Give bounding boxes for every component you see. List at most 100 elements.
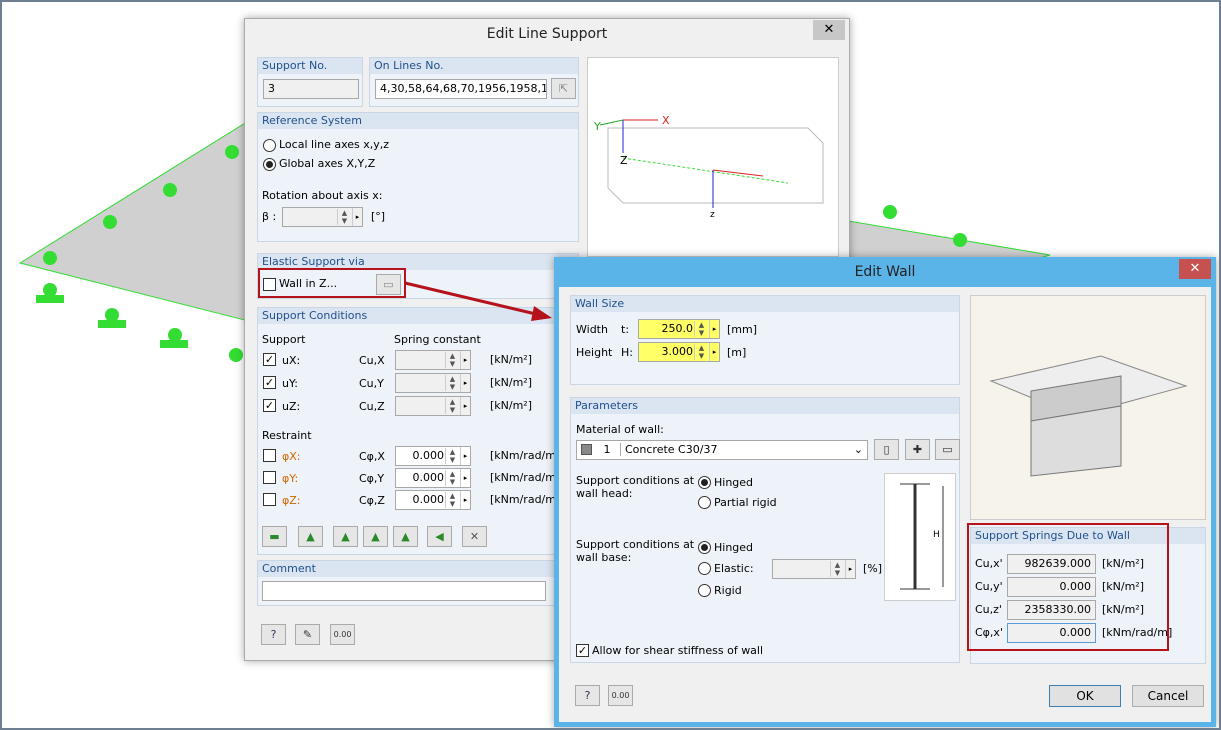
restraint-checkbox[interactable]: [263, 471, 276, 484]
global-axes-radio[interactable]: [263, 158, 276, 171]
support-no-field[interactable]: 3: [263, 79, 359, 99]
dialog-title: Edit Line Support: [486, 26, 608, 42]
help-button[interactable]: ?: [575, 685, 600, 706]
spring-symbol: Cu,Z: [359, 400, 385, 413]
spring-input[interactable]: ▲ ▼ ▸: [395, 350, 471, 370]
on-lines-field[interactable]: 4,30,58,64,68,70,1956,1958,195: [375, 79, 547, 99]
width-label: Width: [576, 323, 608, 336]
support-checkbox[interactable]: ✓: [263, 399, 276, 412]
height-value: 3.000: [661, 345, 694, 358]
width-input[interactable]: 250.0 ▲ ▼ ▸: [638, 319, 720, 339]
base-hinged-label: Hinged: [714, 541, 754, 554]
spring-input[interactable]: ▲ ▼ ▸: [395, 373, 471, 393]
roller-x-button[interactable]: ▲: [363, 526, 388, 547]
axis-y-label: Y: [594, 120, 601, 133]
support-conditions-group: Support Conditions Support Spring consta…: [257, 307, 579, 555]
axis-x-label: X: [662, 114, 670, 127]
restraint-name: φY:: [282, 472, 299, 485]
beta-input[interactable]: ▲ ▼ ▸: [282, 207, 363, 227]
comment-input[interactable]: [262, 581, 546, 601]
h-label: H:: [621, 346, 633, 359]
wall-diagram: H: [884, 473, 956, 601]
base-elastic-radio[interactable]: [698, 562, 711, 575]
local-axes-label: Local line axes x,y,z: [279, 138, 390, 151]
group-label: On Lines No.: [370, 58, 578, 74]
edit-button[interactable]: ✎: [295, 624, 320, 645]
height-label: Height: [576, 346, 613, 359]
restraint-input[interactable]: 0.000 ▲ ▼ ▸: [395, 490, 471, 510]
support-name: uY:: [282, 377, 298, 390]
material-select[interactable]: 1 Concrete C30/37 ⌄: [576, 440, 868, 460]
elastic-input[interactable]: ▲ ▼ ▸: [772, 559, 856, 579]
support-no-group: Support No. 3: [257, 57, 363, 107]
spring-unit: [kN/m²]: [490, 376, 533, 389]
close-button[interactable]: ✕: [1179, 259, 1211, 279]
roller-y-button[interactable]: ▲: [393, 526, 418, 547]
cancel-button[interactable]: Cancel: [1132, 685, 1204, 707]
shear-stiffness-checkbox[interactable]: ✓: [576, 644, 589, 657]
wall-illustration: [970, 295, 1206, 520]
material-no: 1: [603, 443, 611, 456]
height-unit: [m]: [727, 346, 747, 359]
support-checkbox[interactable]: ✓: [263, 376, 276, 389]
restraint-unit: [kNm/rad/m]: [490, 449, 561, 462]
axis-lz-label: z: [710, 210, 715, 220]
spring-unit: [kN/m²]: [490, 353, 533, 366]
width-value: 250.0: [661, 322, 694, 335]
restraint-input[interactable]: 0.000 ▲ ▼ ▸: [395, 468, 471, 488]
restraint-symbol: Cφ,Z: [359, 494, 385, 507]
ok-button[interactable]: OK: [1049, 685, 1121, 707]
beta-unit: [°]: [371, 210, 386, 223]
base-rigid-radio[interactable]: [698, 584, 711, 597]
spring-unit: [kN/m²]: [490, 399, 533, 412]
units-button[interactable]: 0.00: [330, 624, 355, 645]
wall-support-button[interactable]: ◀: [427, 526, 452, 547]
spring-symbol: Cu,Y: [359, 377, 384, 390]
head-hinged-radio[interactable]: [698, 476, 711, 489]
local-axes-radio[interactable]: [263, 139, 276, 152]
axis-z-label: Z: [620, 154, 628, 167]
head-partial-rigid-radio[interactable]: [698, 496, 711, 509]
units-button[interactable]: 0.00: [608, 685, 633, 706]
pick-lines-button[interactable]: ⇱: [551, 78, 576, 99]
head-label: Support conditions at wall head:: [576, 474, 695, 500]
arrow-annotation: [404, 281, 552, 321]
t-label: t:: [621, 323, 630, 336]
material-label: Material of wall:: [576, 423, 664, 436]
highlight-box: [967, 523, 1169, 651]
fixed-support-button[interactable]: ▲: [298, 526, 323, 547]
width-unit: [mm]: [727, 323, 758, 336]
support-checkbox[interactable]: ✓: [263, 353, 276, 366]
restraint-checkbox[interactable]: [263, 449, 276, 462]
restraint-checkbox[interactable]: [263, 493, 276, 506]
spring-input[interactable]: ▲ ▼ ▸: [395, 396, 471, 416]
preview-panel: X Y Z z: [587, 57, 839, 257]
material-library-button[interactable]: ▯: [874, 439, 899, 460]
global-axes-label: Global axes X,Y,Z: [279, 157, 376, 170]
support-label: Support: [262, 333, 306, 346]
support-name: uZ:: [282, 400, 301, 413]
dialog-title: Edit Wall: [854, 264, 916, 280]
dimension-h: H: [933, 530, 940, 540]
new-material-button[interactable]: ✚: [905, 439, 930, 460]
group-label: Comment: [258, 561, 578, 577]
hinged-support-button[interactable]: ▬: [262, 526, 287, 547]
parameters-group: Parameters Material of wall: 1 Concrete …: [570, 397, 960, 663]
group-label: Reference System: [258, 113, 578, 129]
edit-material-button[interactable]: ▭: [935, 439, 960, 460]
restraint-input[interactable]: 0.000 ▲ ▼ ▸: [395, 446, 471, 466]
restraint-symbol: Cφ,X: [359, 450, 385, 463]
comment-group: Comment: [257, 560, 579, 606]
height-input[interactable]: 3.000 ▲ ▼ ▸: [638, 342, 720, 362]
chevron-down-icon: ⌄: [853, 443, 863, 456]
pinned-support-button[interactable]: ▲: [333, 526, 358, 547]
restraint-name: φZ:: [282, 494, 301, 507]
base-hinged-radio[interactable]: [698, 541, 711, 554]
base-label: Support conditions at wall base:: [576, 538, 695, 564]
free-button[interactable]: ✕: [462, 526, 487, 547]
restraint-symbol: Cφ,Y: [359, 472, 385, 485]
wall-size-group: Wall Size Width t: 250.0 ▲ ▼ ▸ [mm] Height …: [570, 295, 960, 385]
edit-wall-dialog: Edit Wall ✕ Wall Size Width t: 250.0 ▲ ▼ ▸ …: [554, 257, 1216, 727]
help-button[interactable]: ?: [261, 624, 286, 645]
close-button[interactable]: ✕: [813, 20, 845, 40]
